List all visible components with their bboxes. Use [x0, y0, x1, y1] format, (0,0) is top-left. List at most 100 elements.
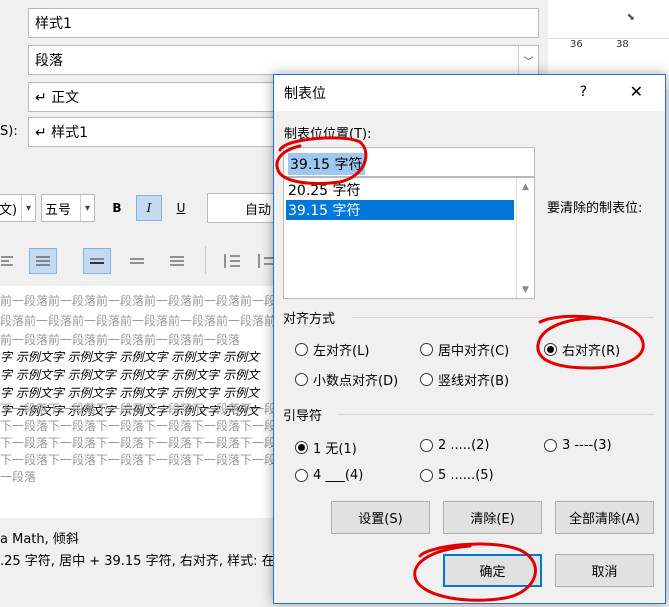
align-bar-radio[interactable]: 竖线对齐(B) — [420, 370, 509, 389]
preview-next-line: 一段落 — [0, 470, 37, 484]
leader-none-radio[interactable]: 1 无(1) — [295, 438, 357, 457]
italic-button[interactable]: I — [136, 195, 162, 221]
cancel-button[interactable]: 取消 — [555, 554, 654, 587]
style-type-select[interactable]: 段落 ﹀ — [28, 45, 539, 75]
align-center-radio[interactable]: 居中对齐(C) — [420, 340, 509, 359]
leader-dots-radio[interactable]: 2 .....(2) — [420, 438, 489, 453]
radio-circle — [420, 373, 433, 386]
preview-prev-line: 前一段落前一段落前一段落前一段落前一段落 — [0, 333, 241, 347]
group-divider — [338, 414, 654, 415]
scroll-down-icon[interactable]: ▼ — [517, 281, 534, 298]
dialog-titlebar[interactable]: 制表位 ? ✕ — [274, 75, 665, 111]
align-center-icon[interactable] — [124, 248, 150, 274]
button-label: 清除(E) — [470, 512, 515, 527]
font-size-value: 五号 — [45, 202, 72, 218]
preview-next-line: 下一段落下一段落下一段落下一段落下一段落下一段落下一 — [0, 453, 273, 467]
leader-underline-radio[interactable]: 4 ___(4) — [295, 468, 363, 483]
button-label: 取消 — [591, 565, 618, 580]
style-description-line: a Math, 倾斜 — [0, 532, 79, 547]
leader-dashes-radio[interactable]: 3 ----(3) — [544, 438, 612, 453]
font-size-select[interactable]: 五号 ▾ — [41, 194, 95, 222]
underline-label: U — [176, 201, 186, 215]
tab-stop-item-label: 39.15 字符 — [288, 203, 361, 219]
align-right-icon[interactable] — [164, 248, 190, 274]
chevron-down-icon[interactable]: ﹀ — [518, 46, 538, 74]
tab-stop-item[interactable]: 20.25 字符 — [286, 180, 514, 200]
close-icon[interactable]: ✕ — [630, 82, 643, 101]
style-name-value: 样式1 — [35, 16, 72, 32]
font-color-select[interactable]: 自动 — [207, 193, 277, 223]
align-left-radio[interactable]: 左对齐(L) — [295, 340, 369, 359]
tab-stop-item[interactable]: 39.15 字符 — [286, 200, 514, 220]
next-style-select[interactable]: ↵ 样式1 — [28, 117, 278, 147]
paragraph-spacing-icon[interactable] — [256, 248, 274, 274]
bold-button[interactable]: B — [106, 195, 128, 221]
ruler-strip: 36 38 — [548, 38, 669, 52]
font-select[interactable]: 文) ▾ — [0, 194, 36, 222]
chevron-down-icon[interactable]: ▾ — [80, 195, 94, 221]
group-divider — [352, 317, 654, 318]
based-on-select[interactable]: ↵ 正文 — [28, 82, 278, 112]
tab-position-input[interactable]: 39.15 字符 — [283, 147, 535, 177]
align-right-radio[interactable]: 右对齐(R) — [544, 340, 620, 359]
chevron-down-icon[interactable]: ▾ — [21, 195, 35, 221]
ruler-mark: 38 — [616, 39, 629, 50]
style-type-value: 段落 — [35, 53, 63, 69]
list-scrollbar[interactable]: ▲ ▼ — [516, 178, 534, 298]
radio-circle — [295, 441, 308, 454]
ok-button[interactable]: 确定 — [443, 554, 542, 587]
align-left-icon[interactable] — [0, 248, 14, 274]
align-decimal-radio[interactable]: 小数点对齐(D) — [295, 370, 398, 389]
radio-circle — [544, 439, 557, 452]
expand-icon[interactable]: ⬊ — [627, 12, 635, 23]
radio-label: 竖线对齐(B) — [438, 374, 510, 389]
preview-next-line: 下一段落下一段落下一段落下一段落下一段落下一段落下一 — [0, 402, 273, 416]
preview-example-line: 字 示例文字 示例文字 示例文字 示例文字 示例文 — [0, 368, 260, 382]
preview-example-line: 字 示例文字 示例文字 示例文字 示例文字 示例文 — [0, 386, 260, 400]
underline-button[interactable]: U — [170, 195, 192, 221]
radio-label: 5 ......(5) — [438, 468, 494, 483]
line-spacing-icon[interactable] — [218, 248, 244, 274]
style-name-field[interactable]: 样式1 — [28, 8, 539, 38]
radio-circle — [295, 469, 308, 482]
radio-circle — [420, 439, 433, 452]
next-style-value: ↵ 样式1 — [35, 125, 89, 141]
preview-prev-line: 段落前一段落前一段落前一段落前一段落前一段落前一段 — [0, 314, 273, 328]
preview-prev-line: 前一段落前一段落前一段落前一段落前一段落前一段落前一 — [0, 294, 273, 308]
font-color-value: 自动 — [245, 202, 272, 218]
radio-label: 右对齐(R) — [562, 344, 621, 359]
set-button[interactable]: 设置(S) — [331, 501, 430, 534]
tab-stop-list[interactable]: 20.25 字符 39.15 字符 ▲ ▼ — [283, 177, 535, 299]
justify-icon[interactable] — [29, 248, 57, 274]
radio-circle — [544, 343, 557, 356]
radio-label: 小数点对齐(D) — [313, 374, 399, 389]
tabs-dialog: 制表位 ? ✕ 制表位位置(T): 39.15 字符 20.25 字符 39.1… — [273, 74, 666, 604]
bold-label: B — [112, 201, 122, 215]
tabs-to-clear-label: 要清除的制表位: — [547, 201, 643, 216]
radio-circle — [420, 469, 433, 482]
style-description-line: .25 字符, 居中 + 39.15 字符, 右对齐, 样式: 在 — [0, 554, 275, 569]
button-label: 全部清除(A) — [568, 512, 641, 527]
clear-button[interactable]: 清除(E) — [443, 501, 542, 534]
radio-label: 左对齐(L) — [313, 344, 370, 359]
tab-position-label: 制表位位置(T): — [284, 127, 372, 142]
italic-label: I — [146, 201, 152, 215]
scroll-up-icon[interactable]: ▲ — [517, 178, 534, 195]
next-style-label: S): — [0, 124, 18, 139]
distribute-icon[interactable] — [83, 248, 111, 274]
radio-circle — [295, 373, 308, 386]
font-value: 文) — [0, 202, 18, 218]
tab-position-value: 39.15 字符 — [288, 153, 365, 175]
radio-label: 4 ___(4) — [313, 468, 364, 483]
radio-label: 1 无(1) — [313, 442, 357, 457]
leader-middots-radio[interactable]: 5 ......(5) — [420, 468, 494, 483]
button-label: 确定 — [479, 565, 506, 580]
dialog-title: 制表位 — [284, 86, 326, 102]
help-icon[interactable]: ? — [580, 84, 587, 100]
clear-all-button[interactable]: 全部清除(A) — [555, 501, 654, 534]
tab-stop-item-label: 20.25 字符 — [288, 183, 361, 199]
alignment-heading: 对齐方式 — [283, 312, 336, 327]
radio-label: 2 .....(2) — [438, 438, 490, 453]
leader-heading: 引导符 — [283, 409, 323, 424]
preview-next-line: 下一段落下一段落下一段落下一段落下一段落下一段落下一 — [0, 419, 273, 433]
